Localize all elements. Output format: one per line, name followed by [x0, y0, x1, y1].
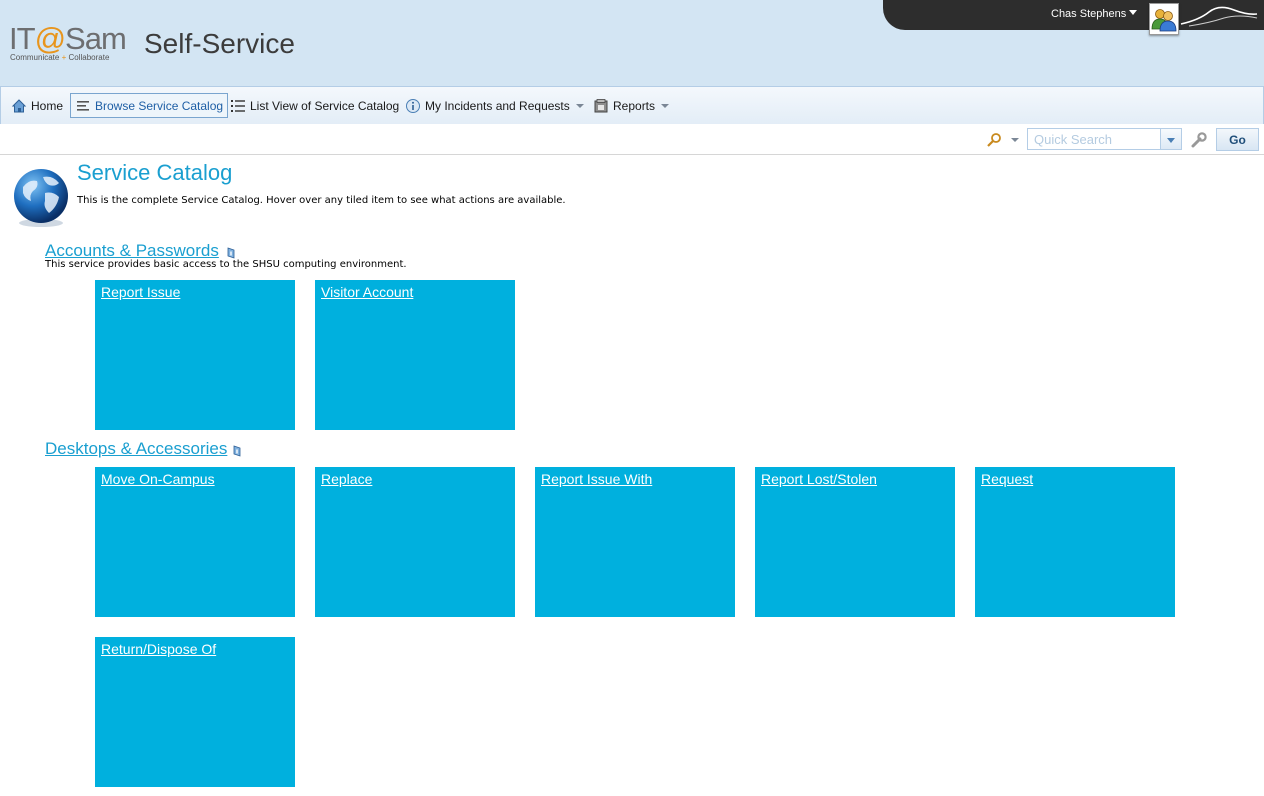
nav-item-list-view[interactable]: List View of Service Catalog	[226, 93, 403, 118]
nav-item-my-incidents-and-requests[interactable]: My Incidents and Requests	[401, 93, 588, 118]
nav-item-reports[interactable]: Reports	[589, 93, 673, 118]
category-title-desktops-accessories[interactable]: Desktops & Accessories	[45, 439, 227, 459]
nav-label-list-view: List View of Service Catalog	[250, 98, 400, 113]
tile-label: Report Issue With	[541, 471, 653, 487]
home-icon	[11, 98, 27, 114]
search-scope-dropdown[interactable]	[1161, 128, 1182, 150]
tile-label: Return/Dispose Of	[101, 641, 217, 657]
tile-report-issue-with[interactable]: Report Issue With	[535, 467, 735, 617]
go-button[interactable]: Go	[1216, 128, 1259, 151]
category-description: This service provides basic access to th…	[45, 259, 407, 270]
avatar[interactable]	[1149, 3, 1179, 35]
tile-move-on-campus[interactable]: Move On-Campus	[95, 467, 295, 617]
itsam-logo[interactable]: IT@Sam Communicate + Collaborate	[9, 22, 134, 64]
catalog-icon	[75, 98, 91, 114]
tile-label: Replace	[321, 471, 373, 487]
tile-label: Request	[981, 471, 1034, 487]
info-icon	[405, 98, 421, 114]
tile-return-dispose-of[interactable]: Return/Dispose Of	[95, 637, 295, 787]
tile-label: Move On-Campus	[101, 471, 215, 487]
globe-icon	[14, 169, 68, 227]
users-icon	[1151, 9, 1177, 32]
main-nav: Home Browse Service Catalog List View of…	[0, 86, 1264, 125]
user-bar: Chas Stephens	[883, 0, 1264, 35]
page-title: Service Catalog	[77, 160, 233, 185]
nav-item-home[interactable]: Home	[7, 93, 67, 118]
tile-label: Visitor Account	[321, 284, 414, 300]
nav-label-my-incidents-and-requests: My Incidents and Requests	[425, 98, 570, 113]
chevron-down-icon	[1129, 10, 1138, 15]
tile-label: Report Lost/Stolen	[761, 471, 877, 487]
report-icon	[593, 98, 609, 114]
chevron-down-icon	[661, 103, 670, 108]
tile-report-lost-stolen[interactable]: Report Lost/Stolen	[755, 467, 955, 617]
user-menu[interactable]: Chas Stephens	[1051, 8, 1138, 20]
tile-request[interactable]: Request	[975, 467, 1175, 617]
nav-label-browse-service-catalog: Browse Service Catalog	[95, 98, 224, 113]
logo-wordmark: IT@Sam	[9, 21, 127, 56]
nav-label-home: Home	[31, 98, 64, 113]
nav-item-browse-service-catalog[interactable]: Browse Service Catalog	[70, 93, 229, 118]
quick-search-input[interactable]	[1027, 128, 1161, 150]
info-icon[interactable]	[226, 247, 236, 259]
nav-label-reports: Reports	[613, 98, 656, 113]
page-description: This is the complete Service Catalog. Ho…	[77, 195, 566, 206]
search-options-chevron-icon[interactable]	[1011, 138, 1019, 142]
swoosh-graphic	[1180, 6, 1258, 27]
user-name: Chas Stephens	[1051, 8, 1127, 20]
tile-report-issue[interactable]: Report Issue	[95, 280, 295, 430]
info-icon[interactable]	[232, 445, 242, 457]
tile-label: Report Issue	[101, 284, 181, 300]
header: IT@Sam Communicate + Collaborate Self-Se…	[0, 0, 1264, 86]
logo-tagline: Communicate + Collaborate	[10, 53, 110, 62]
category-title-accounts-passwords[interactable]: Accounts & Passwords	[45, 241, 219, 261]
search-icon[interactable]	[986, 132, 1002, 148]
app-title: Self-Service	[144, 28, 295, 59]
chevron-down-icon	[575, 103, 584, 108]
list-icon	[230, 98, 246, 114]
tile-replace[interactable]: Replace	[315, 467, 515, 617]
search-toolbar: Go	[0, 124, 1264, 155]
tile-visitor-account[interactable]: Visitor Account	[315, 280, 515, 430]
wrench-icon[interactable]	[1190, 131, 1208, 149]
